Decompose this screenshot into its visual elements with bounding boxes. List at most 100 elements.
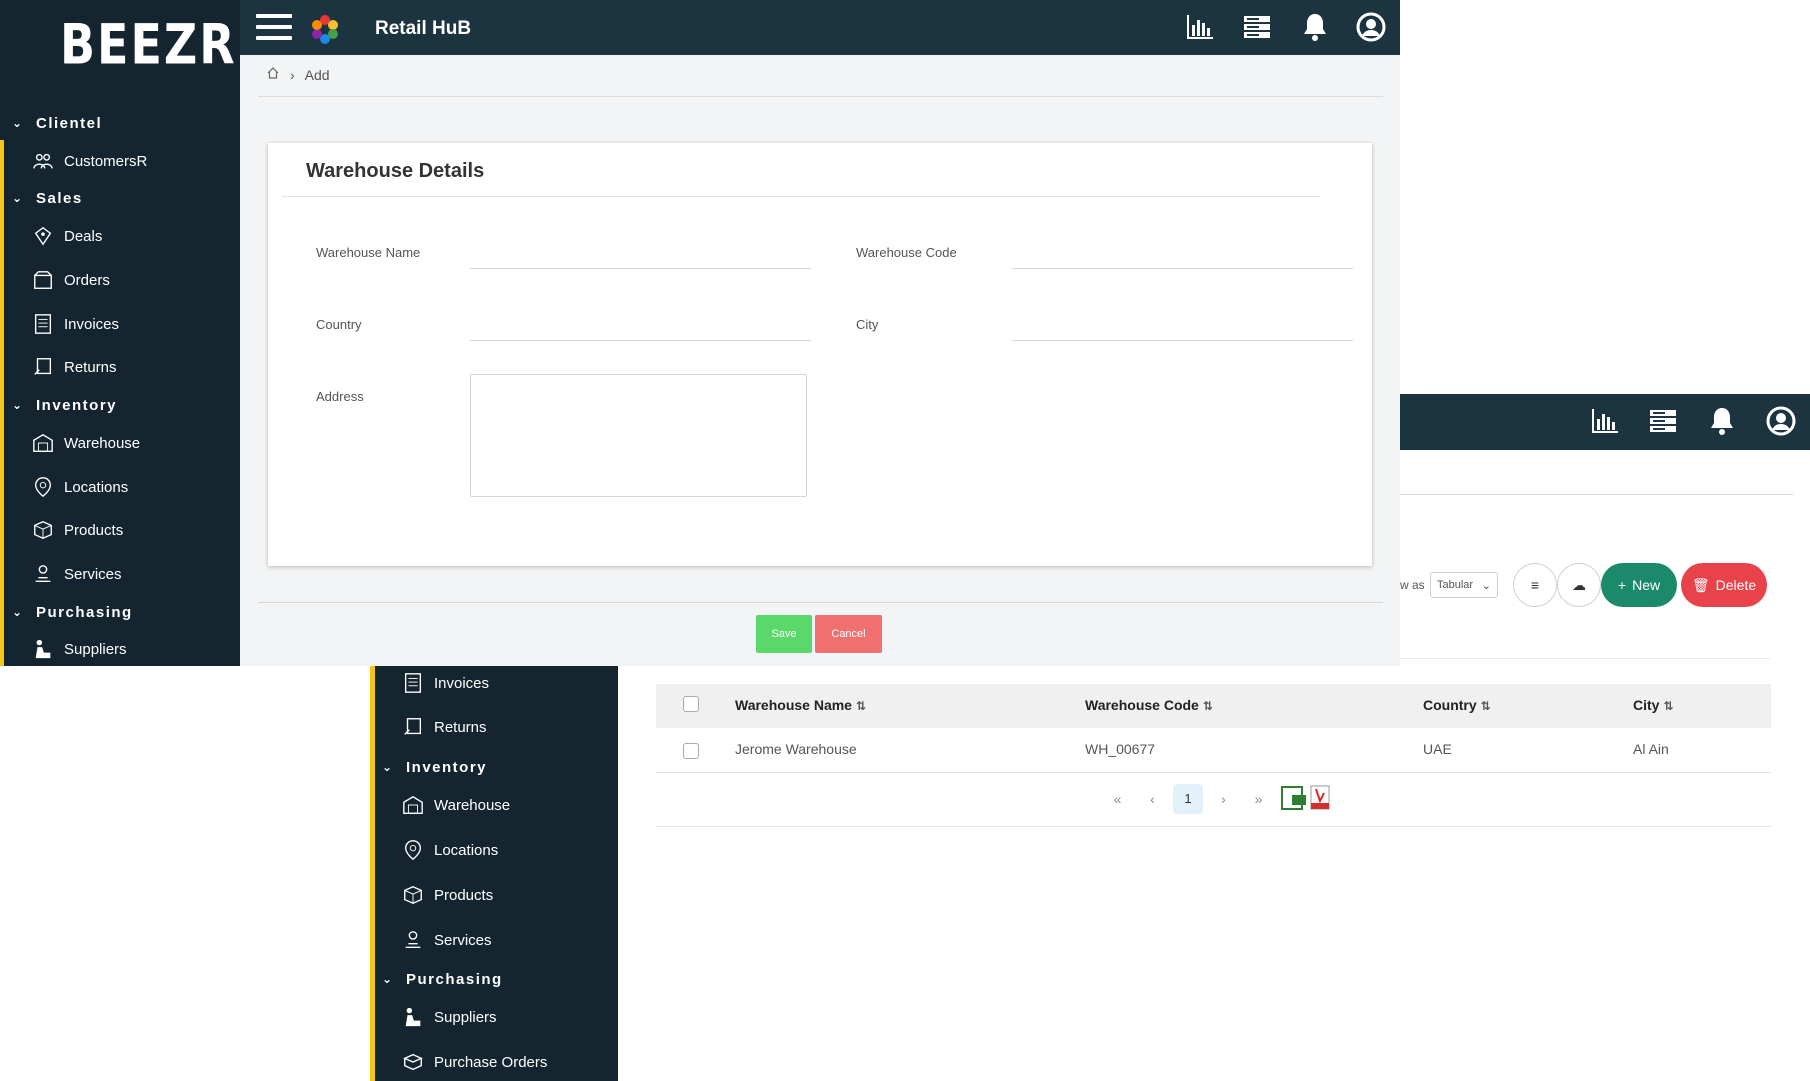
city-label: City [856,317,879,332]
sort-icon: ⇅ [1202,699,1213,713]
form-title-divider [282,196,1320,197]
chevron-down-icon: ⌄ [12,116,24,130]
chevron-down-icon: ⌄ [12,605,24,619]
hamburger-menu-icon[interactable] [256,14,292,40]
home-icon[interactable] [266,66,280,83]
sidebar-item-label: Returns [64,358,117,376]
sidebar-item-locations[interactable]: Locations [30,472,128,502]
brand-logo[interactable]: BEEZR [60,12,237,77]
sidebar-item-products[interactable]: Products [400,880,493,910]
sidebar-item-label: Deals [64,227,103,245]
sidebar-section-purchasing[interactable]: ⌄ Purchasing [12,600,133,624]
add-warehouse-window: BEEZR ⌄ Clientel CustomersR ⌄ Sales Deal… [0,0,1400,666]
cell-country: UAE [1423,741,1452,757]
breadcrumb-divider [1400,494,1793,495]
sidebar-section-purchasing[interactable]: ⌄ Purchasing [382,967,503,991]
address-label: Address [316,389,364,404]
warehouse-details-card [268,143,1372,566]
select-all-checkbox[interactable] [683,696,699,712]
user-circle-icon[interactable] [1764,404,1798,438]
sidebar-item-invoices[interactable]: Invoices [30,309,119,339]
sort-icon: ⇅ [1480,699,1491,713]
warehouse-code-input[interactable] [1012,240,1353,269]
sidebar-section-sales[interactable]: ⌄ Sales [12,186,83,210]
page-number-current[interactable]: 1 [1173,784,1203,814]
column-header-warehouse-code[interactable]: Warehouse Code ⇅ [1085,697,1213,713]
prev-page-icon[interactable]: ‹ [1135,791,1170,807]
sidebar-item-label: Warehouse [64,434,141,452]
view-mode-select[interactable]: Tabular ⌄ [1430,572,1498,598]
sidebar-item-warehouse[interactable]: Warehouse [30,428,140,458]
sidebar-item-products[interactable]: Products [30,515,123,545]
last-page-icon[interactable]: » [1241,791,1276,807]
new-button[interactable]: + New [1601,563,1677,607]
bar-chart-icon[interactable] [1588,404,1622,438]
city-input[interactable] [1012,312,1353,341]
column-header-city[interactable]: City ⇅ [1633,697,1674,713]
sidebar-active-stripe [370,666,375,1081]
warehouse-name-input[interactable] [470,240,811,269]
bell-icon[interactable] [1705,404,1739,438]
invoices-icon [30,311,56,337]
country-input[interactable] [470,312,811,341]
column-header-country[interactable]: Country ⇅ [1423,697,1491,713]
table-header: Warehouse Name ⇅ Warehouse Code ⇅ Country ⇅… [656,684,1771,728]
address-textarea[interactable] [470,374,807,497]
sidebar-item-suppliers[interactable]: Suppliers [400,1002,497,1032]
cloud-upload-button[interactable]: ☁ [1557,563,1601,607]
sidebar-section-inventory[interactable]: ⌄ Inventory [12,393,117,417]
row-checkbox[interactable] [683,743,699,759]
sidebar-item-orders[interactable]: Orders [30,265,110,295]
sidebar-item-invoices[interactable]: Invoices [400,668,489,698]
cloud-upload-icon: ☁ [1572,576,1586,593]
bar-chart-icon[interactable] [1183,10,1217,44]
sidebar-item-label: Warehouse [434,796,511,814]
view-mode-value: Tabular [1437,579,1474,591]
cancel-button[interactable]: Cancel [815,615,882,653]
delete-button[interactable]: 🗑 Delete [1681,563,1767,607]
user-circle-icon[interactable] [1354,10,1388,44]
sidebar-section-label: Sales [36,189,83,207]
plus-icon: + [1617,577,1627,593]
sidebar-item-returns[interactable]: Returns [400,712,487,742]
purchase-orders-icon [400,1049,426,1075]
server-icon[interactable] [1646,404,1680,438]
next-page-icon[interactable]: › [1206,791,1241,807]
warehouse-icon [400,792,426,818]
sidebar-section-label: Clientel [36,114,103,132]
table-bottom-divider [656,826,1771,827]
sidebar-item-services[interactable]: Services [400,925,492,955]
warehouse-icon [30,430,56,456]
table-row[interactable]: Jerome Warehouse WH_00677 UAE Al Ain [656,728,1771,773]
export-excel-icon[interactable] [1280,783,1308,816]
column-header-warehouse-name[interactable]: Warehouse Name ⇅ [735,697,866,713]
sidebar-item-services[interactable]: Services [30,559,122,589]
sidebar-item-label: Invoices [434,674,490,692]
warehouse-code-label: Warehouse Code [856,245,957,260]
sidebar-item-label: Suppliers [434,1008,497,1026]
sidebar-item-locations[interactable]: Locations [400,835,498,865]
services-icon [400,927,426,953]
breadcrumb-current: Add [304,66,330,83]
first-page-icon[interactable]: « [1100,791,1135,807]
bell-icon[interactable] [1298,10,1332,44]
locations-icon [30,474,56,500]
chevron-down-icon: ⌄ [12,398,24,412]
sidebar-item-deals[interactable]: Deals [30,221,102,251]
save-button[interactable]: Save [756,615,812,653]
sidebar-item-returns[interactable]: Returns [30,352,117,382]
list-menu-button[interactable]: ≡ [1513,563,1557,607]
sidebar-item-suppliers[interactable]: Suppliers [30,634,127,664]
export-pdf-icon[interactable] [1308,783,1334,816]
sidebar-item-warehouse[interactable]: Warehouse [400,790,510,820]
server-icon[interactable] [1240,10,1274,44]
orders-icon [30,267,56,293]
sidebar-item-label: Invoices [64,315,120,333]
sidebar-item-purchase-orders[interactable]: Purchase Orders [400,1047,547,1077]
locations-icon [400,837,426,863]
sidebar-section-inventory[interactable]: ⌄ Inventory [382,755,487,779]
sidebar-item-customers[interactable]: CustomersR [30,146,147,176]
new-button-label: New [1632,577,1661,593]
returns-icon [400,714,426,740]
sidebar-section-clientel[interactable]: ⌄ Clientel [12,111,102,135]
